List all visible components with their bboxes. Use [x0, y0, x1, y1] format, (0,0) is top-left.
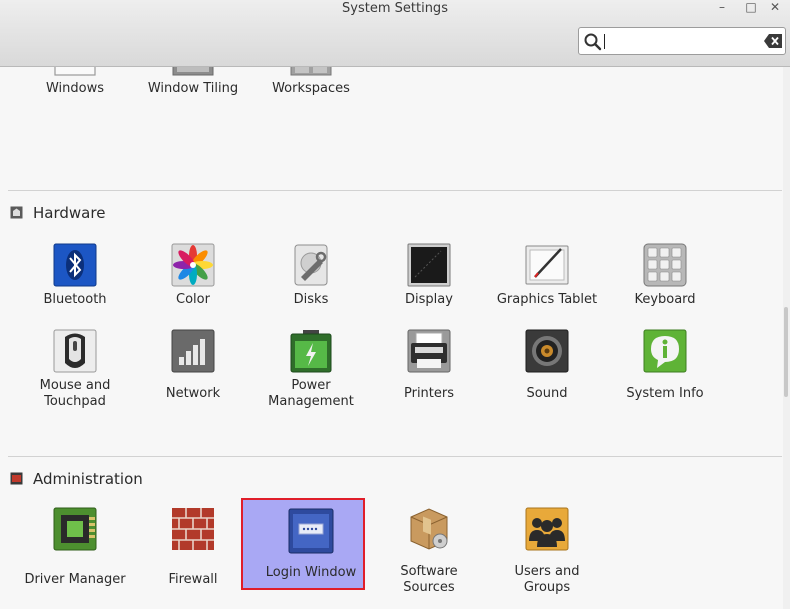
workspaces-icon — [290, 67, 332, 76]
info-icon — [643, 329, 687, 373]
item-label: Keyboard — [634, 292, 696, 307]
item-label: Bluetooth — [43, 292, 107, 307]
item-label-line2: Management — [268, 394, 354, 409]
item-keyboard[interactable]: Keyboard — [606, 241, 724, 311]
administration-section-icon — [10, 472, 23, 485]
item-label: Firewall — [168, 572, 218, 587]
scrollbar[interactable] — [783, 67, 790, 609]
item-label: Windows — [45, 81, 105, 96]
item-label-line2: Sources — [403, 580, 455, 595]
item-label: Network — [165, 386, 221, 401]
display-icon — [407, 243, 451, 287]
firewall-icon — [172, 508, 214, 550]
section-title: Hardware — [33, 204, 106, 222]
bluetooth-icon — [53, 243, 97, 287]
item-windows[interactable]: Windows — [16, 67, 134, 113]
window-tiling-icon — [172, 67, 214, 76]
scrollbar-thumb[interactable] — [784, 307, 788, 397]
item-sound[interactable]: Sound — [488, 327, 606, 411]
item-label: Printers — [403, 386, 455, 401]
minimize-button[interactable]: – — [712, 0, 732, 14]
item-printers[interactable]: Printers — [370, 327, 488, 411]
search-box[interactable] — [578, 27, 786, 55]
item-disks[interactable]: Disks — [252, 241, 370, 311]
item-label: System Info — [626, 386, 704, 401]
item-label: Login Window — [265, 565, 357, 580]
search-input[interactable] — [607, 31, 757, 51]
keyboard-icon — [643, 243, 687, 287]
item-label-line2: Groups — [523, 580, 571, 595]
item-label: Disks — [293, 292, 329, 307]
item-label: Power — [291, 378, 331, 393]
printer-icon — [407, 329, 451, 373]
item-bluetooth[interactable]: Bluetooth — [16, 241, 134, 311]
item-system-info[interactable]: System Info — [606, 327, 724, 411]
item-label: Sound — [526, 386, 568, 401]
item-login-window[interactable]: Login Window — [241, 498, 365, 590]
item-label: Graphics Tablet — [496, 292, 598, 307]
speaker-icon — [525, 329, 569, 373]
login-window-icon — [288, 508, 334, 554]
mouse-icon — [53, 329, 97, 373]
settings-content: Windows Window Tiling Workspaces Hardwar… — [0, 67, 782, 609]
maximize-button[interactable]: □ — [741, 0, 761, 14]
hardware-section-icon — [10, 206, 23, 219]
item-label: Users and — [514, 564, 580, 579]
disks-icon — [294, 244, 328, 286]
item-color[interactable]: Color — [134, 241, 252, 311]
item-workspaces[interactable]: Workspaces — [252, 67, 370, 113]
text-cursor — [604, 34, 605, 49]
graphics-tablet-icon — [525, 245, 569, 285]
item-users-groups[interactable]: Users and Groups — [488, 505, 606, 595]
battery-icon — [290, 330, 332, 373]
software-package-icon — [410, 508, 448, 550]
header-bar: System Settings – □ ✕ — [0, 0, 790, 67]
section-header-hardware: Hardware — [10, 203, 105, 223]
windows-icon — [54, 67, 96, 76]
users-icon — [525, 507, 569, 551]
item-label: Software — [400, 564, 458, 579]
item-driver-manager[interactable]: Driver Manager — [16, 505, 134, 589]
window-title: System Settings — [342, 1, 448, 16]
color-icon — [171, 243, 215, 287]
item-network[interactable]: Network — [134, 327, 252, 411]
section-divider — [8, 190, 782, 191]
close-button[interactable]: ✕ — [765, 0, 785, 14]
item-label-line2: Touchpad — [44, 394, 106, 409]
item-label: Window Tiling — [147, 81, 239, 96]
item-firewall[interactable]: Firewall — [134, 505, 252, 589]
network-icon — [171, 329, 215, 373]
item-window-tiling[interactable]: Window Tiling — [134, 67, 252, 113]
search-icon — [584, 33, 602, 51]
item-label: Display — [405, 292, 453, 307]
section-divider — [8, 456, 782, 457]
item-display[interactable]: Display — [370, 241, 488, 311]
section-header-administration: Administration — [10, 469, 143, 489]
item-label: Mouse and — [39, 378, 111, 393]
driver-chip-icon — [53, 507, 97, 551]
item-mouse-touchpad[interactable]: Mouse and Touchpad — [16, 327, 134, 411]
item-label: Color — [176, 292, 210, 307]
item-label: Workspaces — [272, 81, 350, 96]
item-label: Driver Manager — [24, 572, 126, 587]
section-title: Administration — [33, 470, 143, 488]
item-software-sources[interactable]: Software Sources — [370, 505, 488, 595]
item-power-management[interactable]: Power Management — [252, 327, 370, 411]
clear-search-icon[interactable] — [764, 34, 782, 48]
item-graphics-tablet[interactable]: Graphics Tablet — [488, 241, 606, 311]
